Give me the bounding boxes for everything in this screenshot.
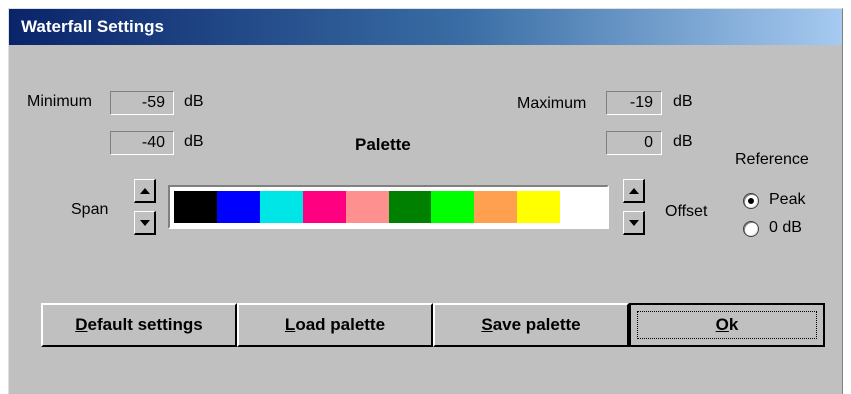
maximum-label: Maximum: [517, 95, 587, 112]
default-settings-button[interactable]: Default settings: [41, 303, 237, 347]
title-bar[interactable]: Waterfall Settings: [9, 9, 842, 45]
palette-swatches: [174, 191, 604, 223]
save-palette-button[interactable]: Save palette: [433, 303, 629, 347]
palette-swatch-6[interactable]: [388, 191, 432, 223]
arrow-up-icon: [139, 187, 150, 194]
maximum-field[interactable]: -19: [606, 91, 662, 115]
reference-0db-radio[interactable]: [743, 221, 759, 237]
maximum-unit: dB: [673, 93, 693, 110]
palette-swatch-8[interactable]: [474, 191, 518, 223]
span-field[interactable]: -40: [110, 131, 174, 155]
reference-peak-label[interactable]: Peak: [769, 191, 805, 209]
palette-swatch-4[interactable]: [302, 191, 346, 223]
arrow-up-icon: [628, 187, 639, 194]
palette-swatch-9[interactable]: [517, 191, 561, 223]
load-palette-text: oad palette: [295, 315, 386, 334]
default-settings-mnemonic: D: [75, 315, 88, 334]
ok-button[interactable]: Ok: [629, 303, 825, 347]
minimum-label: Minimum: [27, 93, 92, 110]
arrow-down-icon: [628, 219, 639, 226]
waterfall-settings-dialog: Waterfall Settings Minimum -59 dB -40 dB…: [8, 8, 843, 394]
span-down-button[interactable]: [134, 211, 156, 235]
reference-peak-radio[interactable]: [743, 193, 759, 209]
palette-swatch-5[interactable]: [345, 191, 389, 223]
palette-swatch-10[interactable]: [560, 191, 604, 223]
offset-up-button[interactable]: [623, 179, 645, 203]
offset-down-button[interactable]: [623, 211, 645, 235]
reference-label: Reference: [735, 151, 809, 168]
minimum-field[interactable]: -59: [110, 91, 174, 115]
span-up-button[interactable]: [134, 179, 156, 203]
radio-selected-dot: [748, 198, 754, 204]
minimum-unit: dB: [184, 93, 204, 110]
palette-label: Palette: [355, 135, 411, 154]
span-unit: dB: [184, 133, 204, 150]
load-palette-button[interactable]: Load palette: [237, 303, 433, 347]
save-palette-text: ave palette: [492, 315, 581, 334]
palette-swatch-3[interactable]: [259, 191, 303, 223]
arrow-down-icon: [139, 219, 150, 226]
save-palette-mnemonic: S: [481, 315, 493, 334]
palette-swatch-2[interactable]: [216, 191, 260, 223]
offset-label: Offset: [665, 203, 708, 220]
palette-swatch-1[interactable]: [174, 191, 217, 223]
reference-0db-label[interactable]: 0 dB: [769, 219, 802, 237]
palette-strip[interactable]: [168, 185, 609, 229]
offset-field[interactable]: 0: [606, 131, 662, 155]
focus-rectangle: [637, 311, 817, 339]
offset-unit: dB: [673, 133, 693, 150]
window-title: Waterfall Settings: [21, 17, 164, 36]
default-settings-text: efault settings: [87, 315, 203, 334]
load-palette-mnemonic: L: [284, 315, 296, 334]
palette-swatch-7[interactable]: [431, 191, 475, 223]
span-label: Span: [71, 201, 109, 218]
